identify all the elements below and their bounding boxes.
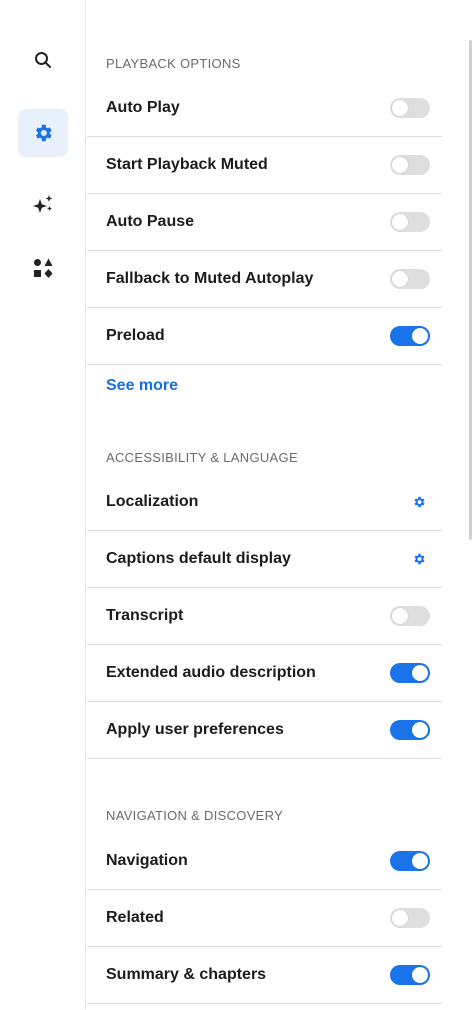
section-title-playback: PLAYBACK OPTIONS	[106, 56, 241, 71]
setting-label: Fallback to Muted Autoplay	[106, 270, 314, 287]
start-muted-toggle[interactable]	[390, 155, 430, 175]
toggle-knob	[392, 100, 408, 116]
shapes-icon	[34, 258, 53, 278]
search-icon	[35, 52, 51, 68]
setting-label: Start Playback Muted	[106, 156, 268, 173]
setting-row-user-preferences: Apply user preferences	[87, 702, 442, 759]
setting-label: Auto Pause	[106, 213, 195, 230]
gear-icon	[35, 124, 52, 142]
setting-label: Captions default display	[106, 550, 291, 567]
setting-row-auto-pause: Auto Pause	[87, 194, 442, 251]
setting-row-auto-play: Auto Play	[87, 80, 442, 137]
gear-icon	[414, 553, 425, 565]
setting-row-fallback-muted: Fallback to Muted Autoplay	[87, 251, 442, 308]
toggle-knob	[412, 722, 428, 738]
related-toggle[interactable]	[390, 908, 430, 928]
see-more-link[interactable]: See more	[106, 377, 178, 395]
toggle-knob	[412, 328, 428, 344]
toggle-knob	[412, 853, 428, 869]
captions-settings-button[interactable]	[390, 549, 430, 569]
fallback-muted-toggle[interactable]	[390, 269, 430, 289]
settings-button[interactable]	[18, 109, 68, 157]
setting-row-extended-audio: Extended audio description	[87, 645, 442, 702]
toggle-knob	[392, 608, 408, 624]
setting-row-captions-default: Captions default display	[87, 531, 442, 588]
setting-row-preload: Preload	[87, 308, 442, 365]
setting-label: Localization	[106, 493, 199, 510]
setting-label: Summary & chapters	[106, 966, 267, 983]
preload-toggle[interactable]	[390, 326, 430, 346]
setting-label: Auto Play	[106, 99, 180, 116]
panel-scrollbar[interactable]	[469, 40, 472, 540]
setting-label: Navigation	[106, 852, 188, 869]
user-preferences-toggle[interactable]	[390, 720, 430, 740]
sparkles-icon	[33, 195, 53, 213]
setting-label: Preload	[106, 327, 165, 344]
transcript-toggle[interactable]	[390, 606, 430, 626]
summary-chapters-toggle[interactable]	[390, 965, 430, 985]
setting-row-navigation: Navigation	[87, 833, 442, 890]
localization-settings-button[interactable]	[390, 492, 430, 512]
setting-row-related: Related	[87, 890, 442, 947]
auto-pause-toggle[interactable]	[390, 212, 430, 232]
auto-play-toggle[interactable]	[390, 98, 430, 118]
toggle-knob	[392, 157, 408, 173]
extended-audio-toggle[interactable]	[390, 663, 430, 683]
setting-label: Extended audio description	[106, 664, 316, 681]
setting-row-transcript: Transcript	[87, 588, 442, 645]
toggle-knob	[392, 214, 408, 230]
setting-label: Related	[106, 909, 164, 926]
settings-panel: PLAYBACK OPTIONS Auto Play Start Playbac…	[87, 0, 462, 1010]
setting-row-localization: Localization	[87, 474, 442, 531]
setting-label: Transcript	[106, 607, 184, 624]
navigation-toggle[interactable]	[390, 851, 430, 871]
toggle-knob	[392, 910, 408, 926]
icon-rail	[0, 0, 86, 1010]
setting-row-start-muted: Start Playback Muted	[87, 137, 442, 194]
ai-button[interactable]	[18, 181, 68, 229]
elements-button[interactable]	[18, 244, 68, 292]
setting-row-summary-chapters: Summary & chapters	[87, 947, 442, 1004]
toggle-knob	[392, 271, 408, 287]
section-title-navigation: NAVIGATION & DISCOVERY	[106, 808, 284, 823]
setting-label: Apply user preferences	[106, 721, 284, 738]
toggle-knob	[412, 967, 428, 983]
gear-icon	[414, 496, 425, 508]
section-title-accessibility: ACCESSIBILITY & LANGUAGE	[106, 450, 298, 465]
search-button[interactable]	[18, 36, 68, 84]
toggle-knob	[412, 665, 428, 681]
